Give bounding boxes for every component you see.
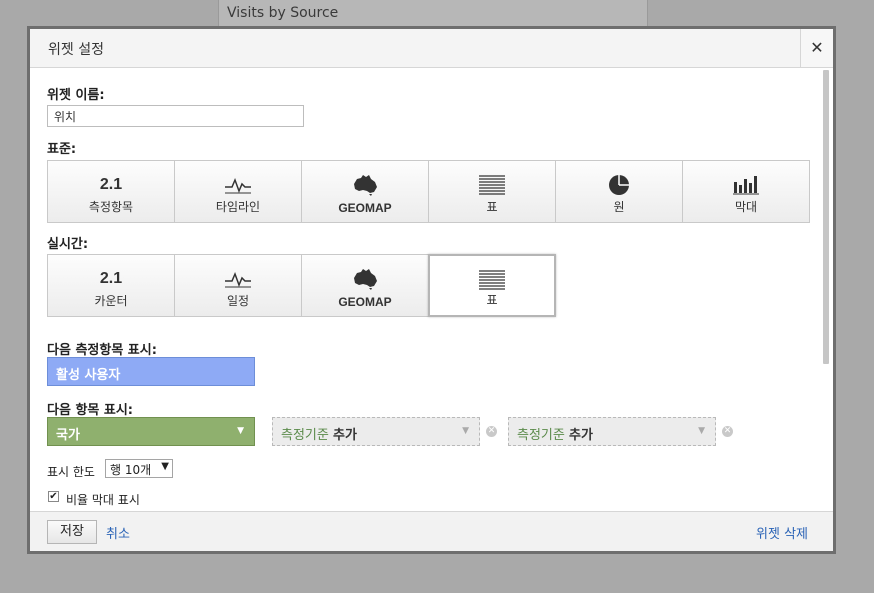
standard-tile-pie[interactable]: 원: [555, 160, 683, 223]
dimension-primary-value: 국가: [56, 428, 80, 443]
number-icon: 2.1: [99, 270, 123, 287]
realtime-tile-counter[interactable]: 2.1 카운터: [47, 254, 175, 317]
chevron-down-icon: ▼: [698, 426, 705, 436]
number-icon: 2.1: [99, 176, 123, 193]
standard-tile-geomap[interactable]: GEOMAP: [301, 160, 429, 223]
save-button[interactable]: 저장: [47, 520, 97, 544]
remove-icon[interactable]: ✕: [486, 426, 497, 437]
standard-tile-table[interactable]: 표: [428, 160, 556, 223]
timeline-icon: [175, 174, 301, 196]
chevron-down-icon: ▼: [462, 426, 469, 436]
table-icon: [429, 174, 555, 196]
metric-label: 다음 측정항목 표시:: [47, 343, 157, 358]
content-scrollbar[interactable]: [823, 70, 829, 364]
limit-value: 행 10개: [110, 463, 152, 477]
tile-label: GEOMAP: [338, 295, 392, 309]
dialog-header: 위젯 설정 ✕: [30, 29, 833, 68]
standard-tiles: 2.1 측정항목 타임라인 GEOMAP 표 원 막대: [47, 160, 810, 223]
tile-label: 일정: [226, 294, 250, 308]
standard-tile-metric[interactable]: 2.1 측정항목: [47, 160, 175, 223]
tile-label: 측정항목: [88, 200, 134, 214]
timeline-icon: [175, 268, 301, 290]
widget-name-input[interactable]: [47, 105, 304, 127]
widget-name-label: 위젯 이름:: [47, 88, 105, 103]
realtime-tile-table[interactable]: 표: [428, 254, 556, 317]
metric-select[interactable]: 활성 사용자: [47, 357, 255, 386]
ratio-bar-label: 비율 막대 표시: [66, 493, 140, 507]
geomap-icon: [302, 268, 428, 290]
chevron-down-icon: ▼: [237, 426, 244, 436]
dimension-label: 다음 항목 표시:: [47, 403, 134, 418]
limit-label: 표시 한도: [47, 465, 95, 479]
delete-widget-link[interactable]: 위젯 삭제: [756, 523, 808, 542]
realtime-label: 실시간:: [47, 237, 89, 252]
tile-label: 카운터: [94, 294, 128, 308]
tile-label: 원: [613, 200, 625, 214]
limit-select[interactable]: 행 10개 ▼: [105, 459, 173, 478]
remove-icon[interactable]: ✕: [722, 426, 733, 437]
dialog-content: 위젯 이름: 표준: 2.1 측정항목 타임라인 GEOMAP: [30, 68, 833, 513]
widget-settings-dialog: 위젯 설정 ✕ 위젯 이름: 표준: 2.1 측정항목 타임라인: [27, 26, 836, 554]
standard-label: 표준:: [47, 142, 77, 157]
dialog-footer: 저장 취소 위젯 삭제: [30, 511, 833, 551]
realtime-tile-timeline[interactable]: 일정: [174, 254, 302, 317]
dimension-secondary-action: 추가: [568, 428, 593, 443]
background-panel-title: Visits by Source: [227, 5, 339, 21]
realtime-tiles: 2.1 카운터 일정 GEOMAP 표: [47, 254, 556, 317]
dimension-secondary-prefix: 측정기준: [517, 428, 565, 443]
standard-tile-timeline[interactable]: 타임라인: [174, 160, 302, 223]
tile-label: 타임라인: [215, 200, 261, 214]
dimension-secondary-prefix: 측정기준: [281, 428, 329, 443]
close-icon: ✕: [810, 38, 824, 57]
cancel-link[interactable]: 취소: [106, 523, 130, 542]
bar-icon: [683, 174, 809, 196]
close-button[interactable]: ✕: [800, 29, 833, 67]
dimension-secondary-select-2[interactable]: 측정기준 추가 ▼: [508, 417, 716, 446]
dimension-secondary-select-1[interactable]: 측정기준 추가 ▼: [272, 417, 480, 446]
tile-label: 표: [486, 293, 498, 307]
chevron-down-icon: ▼: [161, 461, 169, 472]
dialog-title: 위젯 설정: [48, 42, 104, 58]
dimension-secondary-action: 추가: [332, 428, 357, 443]
background-panel: Visits by Source: [218, 0, 648, 28]
tile-label: 막대: [734, 200, 758, 214]
dimension-primary-select[interactable]: 국가 ▼: [47, 417, 255, 446]
ratio-bar-checkbox[interactable]: ✔: [48, 491, 59, 502]
tile-label: 표: [486, 200, 498, 214]
pie-icon: [556, 174, 682, 196]
standard-tile-bar[interactable]: 막대: [682, 160, 810, 223]
tile-label: GEOMAP: [338, 201, 392, 215]
geomap-icon: [302, 174, 428, 196]
realtime-tile-geomap[interactable]: GEOMAP: [301, 254, 429, 317]
table-icon: [430, 269, 554, 291]
